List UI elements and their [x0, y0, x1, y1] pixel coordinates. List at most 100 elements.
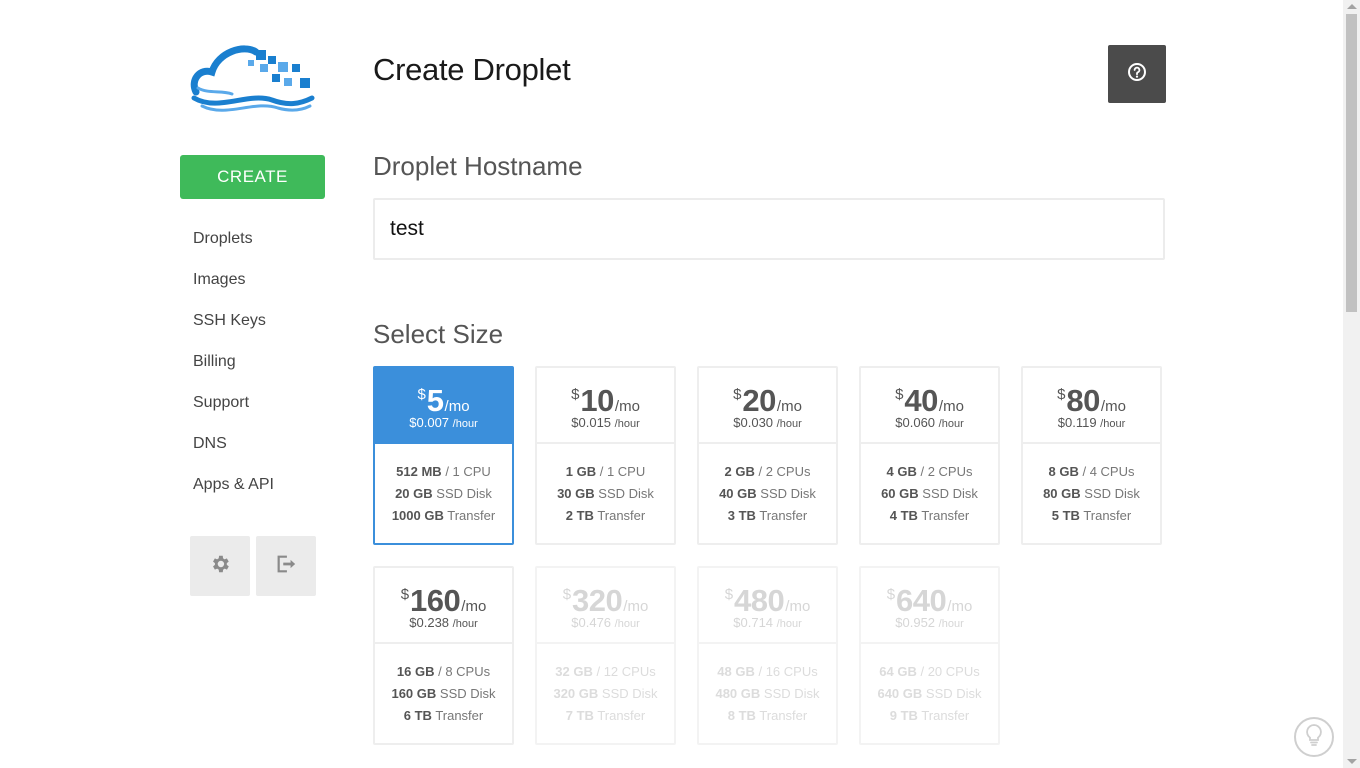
size-card-price-header: $480/mo $0.714 /hour	[699, 568, 836, 644]
size-card-price-header: $40/mo $0.060 /hour	[861, 368, 998, 444]
spec-disk: 480 GB SSD Disk	[699, 683, 836, 705]
hourly-price: $0.015 /hour	[537, 415, 674, 430]
monthly-price: $20/mo	[699, 368, 836, 418]
transfer-label: Transfer	[597, 508, 646, 523]
size-card-80[interactable]: $80/mo $0.119 /hour 8 GB / 4 CPUs 80 GB SSD…	[1021, 366, 1162, 545]
size-card-320: $320/mo $0.476 /hour 32 GB / 12 CPUs 320 GB…	[535, 566, 676, 745]
sidebar-item-dns[interactable]: DNS	[193, 433, 274, 474]
size-card-specs: 48 GB / 16 CPUs 480 GB SSD Disk 8 TB Trans…	[699, 644, 836, 727]
digitalocean-logo[interactable]	[188, 42, 318, 118]
create-button[interactable]: CREATE	[180, 155, 325, 199]
size-card-specs: 1 GB / 1 CPU 30 GB SSD Disk 2 TB Transfer	[537, 444, 674, 527]
monthly-price: $40/mo	[861, 368, 998, 418]
transfer-value: 5 TB	[1051, 508, 1080, 523]
scroll-up-arrow[interactable]	[1347, 4, 1357, 9]
price-amount: 20	[742, 383, 776, 418]
size-card-specs: 512 MB / 1 CPU 20 GB SSD Disk 1000 GB Tran…	[375, 444, 512, 527]
hourly-amount: $0.714	[733, 615, 774, 630]
size-card-specs: 2 GB / 2 CPUs 40 GB SSD Disk 3 TB Transfer	[699, 444, 836, 527]
currency-symbol: $	[417, 386, 426, 403]
transfer-label: Transfer	[597, 708, 646, 723]
scroll-down-arrow[interactable]	[1347, 759, 1357, 764]
price-period: /mo	[776, 398, 802, 415]
disk-value: 640 GB	[877, 686, 923, 701]
lightbulb-icon	[1303, 723, 1325, 752]
ram-value: 16 GB	[396, 664, 435, 679]
spec-memory: 4 GB / 2 CPUs	[861, 461, 998, 483]
disk-label: SSD Disk	[598, 486, 654, 501]
price-period: /mo	[623, 598, 649, 615]
price-amount: 10	[580, 383, 614, 418]
sidebar-item-billing[interactable]: Billing	[193, 351, 274, 392]
disk-label: SSD Disk	[760, 486, 816, 501]
ram-value: 1 GB	[565, 464, 597, 479]
help-button[interactable]	[1108, 45, 1166, 103]
currency-symbol: $	[724, 586, 734, 603]
price-amount: 5	[426, 383, 444, 418]
gear-icon	[209, 553, 231, 580]
sidebar-nav: Droplets Images SSH Keys Billing Support…	[193, 228, 274, 515]
transfer-label: Transfer	[921, 508, 970, 523]
feedback-button[interactable]	[1294, 717, 1334, 757]
hourly-price: $0.238 /hour	[375, 615, 512, 630]
monthly-price: $320/mo	[537, 568, 674, 618]
spec-disk: 80 GB SSD Disk	[1023, 483, 1160, 505]
transfer-label: Transfer	[921, 708, 970, 723]
spec-disk: 160 GB SSD Disk	[375, 683, 512, 705]
disk-label: SSD Disk	[1084, 486, 1140, 501]
hourly-price: $0.714 /hour	[699, 615, 836, 630]
price-period: /mo	[1100, 398, 1126, 415]
transfer-label: Transfer	[435, 708, 484, 723]
spec-memory: 16 GB / 8 CPUs	[375, 661, 512, 683]
size-card-40[interactable]: $40/mo $0.060 /hour 4 GB / 2 CPUs 60 GB SSD…	[859, 366, 1000, 545]
spec-transfer: 9 TB Transfer	[861, 705, 998, 727]
cpu-value: / 2 CPUs	[758, 464, 811, 479]
size-card-price-header: $160/mo $0.238 /hour	[375, 568, 512, 644]
cpu-value: / 20 CPUs	[920, 664, 980, 679]
scrollbar-thumb[interactable]	[1346, 14, 1357, 312]
spec-disk: 20 GB SSD Disk	[375, 483, 512, 505]
hostname-label: Droplet Hostname	[373, 151, 583, 181]
sidebar-item-apps-api[interactable]: Apps & API	[193, 474, 274, 515]
hourly-unit: /hour	[776, 618, 802, 630]
settings-button[interactable]	[190, 536, 250, 596]
currency-symbol: $	[895, 386, 904, 403]
size-card-specs: 8 GB / 4 CPUs 80 GB SSD Disk 5 TB Transfer	[1023, 444, 1160, 527]
hostname-input[interactable]	[373, 198, 1165, 260]
spec-transfer: 6 TB Transfer	[375, 705, 512, 727]
price-period: /mo	[444, 398, 470, 415]
transfer-value: 6 TB	[403, 708, 432, 723]
size-card-5[interactable]: $5/mo $0.007 /hour 512 MB / 1 CPU 20 GB SSD…	[373, 366, 514, 545]
size-card-10[interactable]: $10/mo $0.015 /hour 1 GB / 1 CPU 30 GB SSD …	[535, 366, 676, 545]
spec-transfer: 5 TB Transfer	[1023, 505, 1160, 527]
sidebar-item-ssh-keys[interactable]: SSH Keys	[193, 310, 274, 351]
sidebar-item-support[interactable]: Support	[193, 392, 274, 433]
hourly-unit: /hour	[614, 418, 640, 430]
monthly-price: $480/mo	[699, 568, 836, 618]
price-amount: 160	[410, 583, 461, 618]
spec-disk: 40 GB SSD Disk	[699, 483, 836, 505]
spec-memory: 512 MB / 1 CPU	[375, 461, 512, 483]
currency-symbol: $	[733, 386, 742, 403]
transfer-label: Transfer	[759, 708, 808, 723]
sidebar-item-droplets[interactable]: Droplets	[193, 228, 274, 269]
select-size-label: Select Size	[373, 319, 504, 349]
disk-value: 60 GB	[881, 486, 919, 501]
size-card-20[interactable]: $20/mo $0.030 /hour 2 GB / 2 CPUs 40 GB SSD…	[697, 366, 838, 545]
price-period: /mo	[938, 398, 964, 415]
hourly-unit: /hour	[938, 418, 964, 430]
hourly-unit: /hour	[614, 618, 640, 630]
monthly-price: $160/mo	[375, 568, 512, 618]
sidebar-item-images[interactable]: Images	[193, 269, 274, 310]
hourly-amount: $0.007	[409, 415, 450, 430]
hourly-price: $0.060 /hour	[861, 415, 998, 430]
cpu-value: / 16 CPUs	[758, 664, 818, 679]
hourly-price: $0.119 /hour	[1023, 415, 1160, 430]
size-card-specs: 32 GB / 12 CPUs 320 GB SSD Disk 7 TB Trans…	[537, 644, 674, 727]
hourly-price: $0.952 /hour	[861, 615, 998, 630]
monthly-price: $80/mo	[1023, 368, 1160, 418]
size-card-price-header: $320/mo $0.476 /hour	[537, 568, 674, 644]
size-card-160[interactable]: $160/mo $0.238 /hour 16 GB / 8 CPUs 160 GB …	[373, 566, 514, 745]
logout-button[interactable]	[256, 536, 316, 596]
hourly-unit: /hour	[938, 618, 964, 630]
